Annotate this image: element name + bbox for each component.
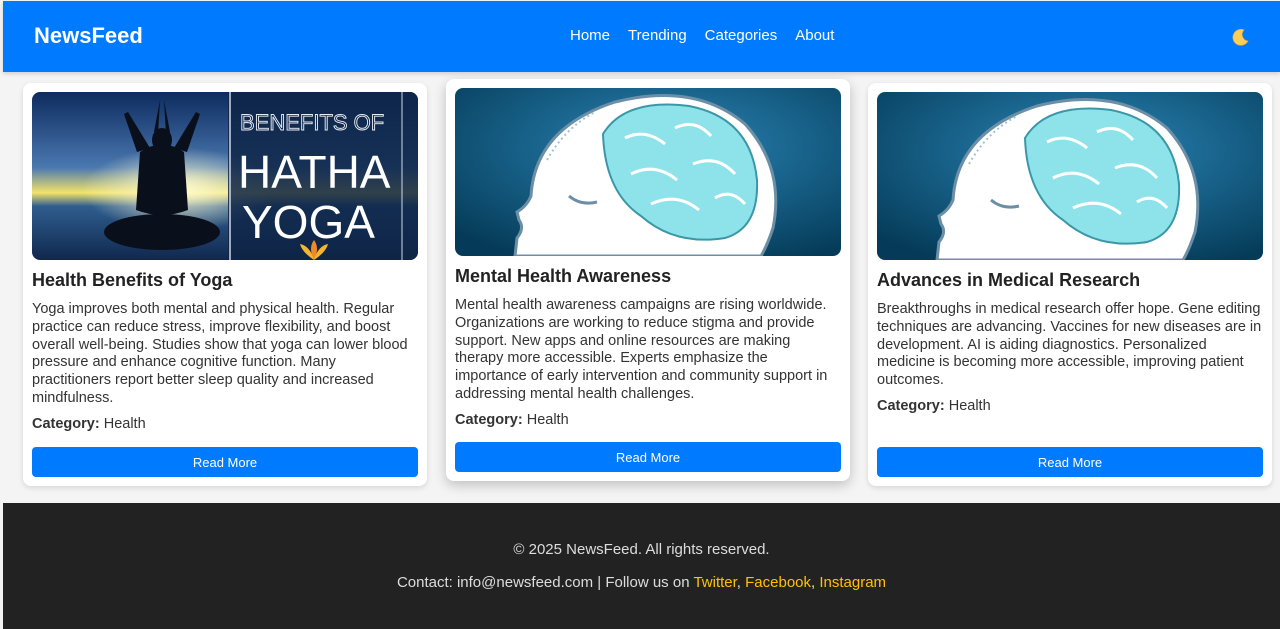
read-more-button[interactable]: Read More	[877, 447, 1263, 477]
nav-categories[interactable]: Categories	[705, 27, 778, 44]
facebook-link[interactable]: Facebook	[745, 574, 811, 591]
brain-article-image	[877, 92, 1263, 260]
site-footer: © 2025 NewsFeed. All rights reserved. Co…	[3, 503, 1280, 629]
copyright-text: © 2025 NewsFeed. All rights reserved.	[513, 541, 770, 558]
article-list: BENEFITS OF HATHA YOGA Health Benefits o…	[3, 72, 1280, 502]
nav-home[interactable]: Home	[570, 27, 610, 44]
image-text-line2: HATHA	[238, 146, 391, 198]
category-label: Category:	[455, 411, 523, 428]
category-value: Health	[103, 415, 146, 432]
nav-about[interactable]: About	[795, 27, 834, 44]
article-card: Advances in Medical Research Breakthroug…	[868, 83, 1272, 486]
article-category: Category: Health	[877, 398, 1263, 414]
instagram-link[interactable]: Instagram	[819, 574, 886, 591]
read-more-button[interactable]: Read More	[455, 442, 841, 472]
page: NewsFeed Home Trending Categories About	[3, 1, 1280, 629]
article-summary: Mental health awareness campaigns are ri…	[455, 297, 828, 402]
separator: ,	[736, 574, 746, 591]
contact-prefix: Contact: info@newsfeed.com | Follow us o…	[396, 574, 694, 591]
read-more-button[interactable]: Read More	[32, 447, 418, 477]
article-title[interactable]: Mental Health Awareness	[455, 266, 841, 287]
image-text-line3: YOGA	[242, 196, 375, 248]
article-summary: Breakthroughs in medical research offer …	[877, 301, 1262, 389]
brain-article-image	[455, 88, 841, 256]
category-value: Health	[948, 397, 991, 414]
article-category: Category: Health	[455, 412, 841, 428]
category-value: Health	[526, 411, 569, 428]
moon-icon[interactable]	[1231, 27, 1251, 47]
article-title[interactable]: Advances in Medical Research	[877, 270, 1263, 291]
site-header: NewsFeed Home Trending Categories About	[3, 1, 1280, 72]
image-text-line1: BENEFITS OF	[240, 110, 384, 135]
main-nav: Home Trending Categories About	[570, 27, 834, 44]
article-title[interactable]: Health Benefits of Yoga	[32, 270, 418, 291]
article-card: BENEFITS OF HATHA YOGA Health Benefits o…	[23, 83, 427, 486]
site-logo[interactable]: NewsFeed	[34, 23, 143, 49]
twitter-link[interactable]: Twitter	[693, 574, 736, 591]
article-card: Mental Health Awareness Mental health aw…	[446, 79, 850, 481]
yoga-article-image: BENEFITS OF HATHA YOGA	[32, 92, 418, 260]
nav-trending[interactable]: Trending	[628, 27, 687, 44]
article-summary: Yoga improves both mental and physical h…	[32, 301, 408, 406]
category-label: Category:	[32, 415, 100, 432]
article-category: Category: Health	[32, 416, 418, 432]
contact-line: Contact: info@newsfeed.com | Follow us o…	[3, 574, 1280, 591]
category-label: Category:	[877, 397, 945, 414]
